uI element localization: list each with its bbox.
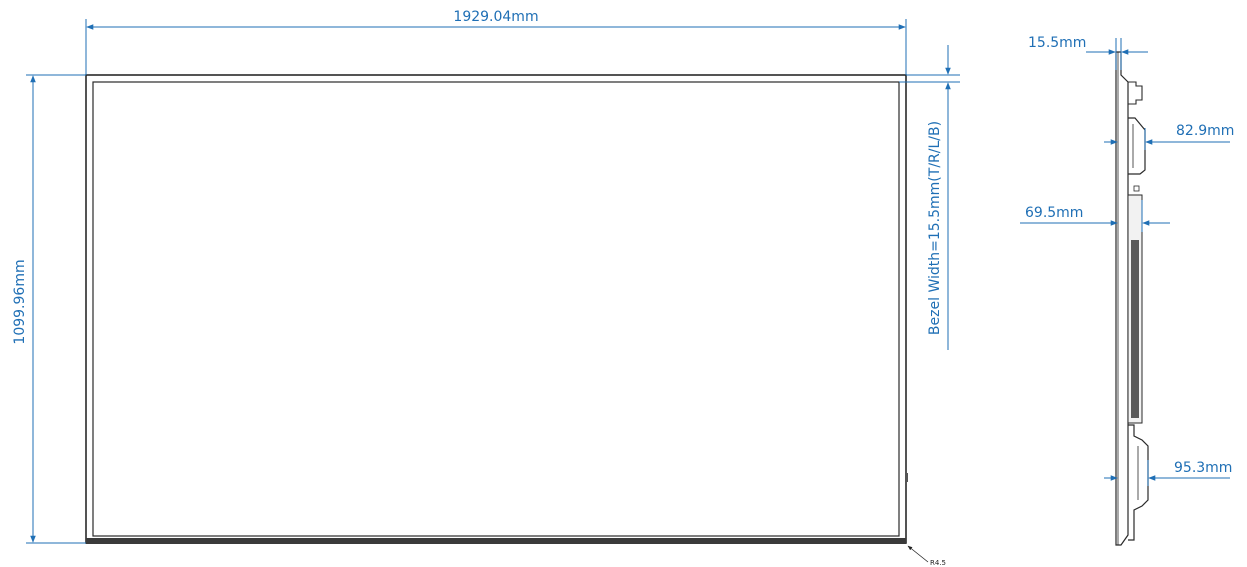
depth-upper-label: 82.9mm: [1176, 123, 1234, 139]
width-label: 1929.04mm: [453, 9, 538, 25]
top-connector: [1128, 81, 1143, 105]
depth-middle-label: 69.5mm: [1025, 205, 1083, 221]
technical-drawing: 1929.04mm 1099.96mm Bezel Width=15.5mm(T…: [12, 9, 1234, 567]
display-screen-area: [92, 81, 900, 537]
front-view: 1929.04mm 1099.96mm Bezel Width=15.5mm(T…: [12, 9, 960, 567]
side-view: 15.5mm 82.9mm 69.5mm 95.3mm: [1020, 35, 1234, 546]
corner-radius-leader: [907, 545, 929, 563]
rear-vent-grille: [1131, 240, 1139, 418]
bezel-width-label: Bezel Width=15.5mm(T/R/L/B): [927, 121, 943, 335]
depth-top-label: 15.5mm: [1028, 35, 1086, 51]
depth-lower-label: 95.3mm: [1174, 460, 1232, 476]
height-label: 1099.96mm: [12, 259, 28, 344]
side-screw: [1133, 185, 1140, 192]
display-bottom-lip: [86, 538, 906, 544]
corner-radius-label: R4.5: [930, 559, 946, 567]
display-outer-frame: [85, 74, 907, 544]
upper-wall-bracket: [1128, 117, 1146, 175]
side-button: [905, 473, 908, 482]
